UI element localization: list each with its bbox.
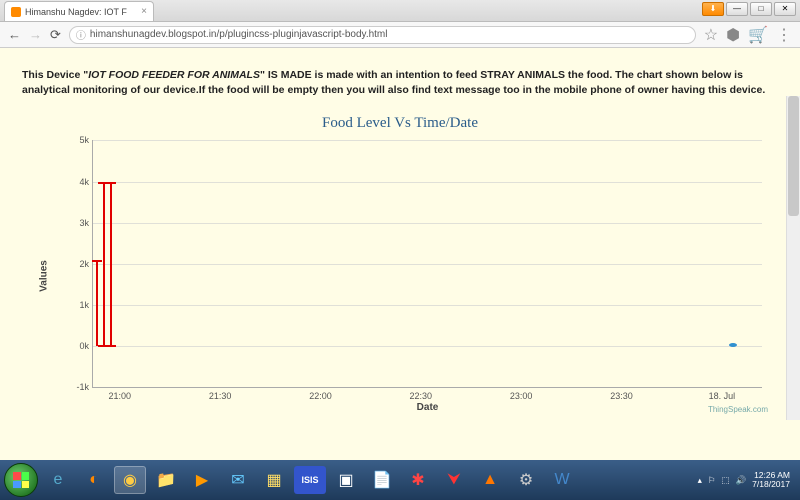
taskbar-gear-icon[interactable]: ⚙ xyxy=(510,466,542,494)
tray-up-icon[interactable]: ▴ xyxy=(698,475,702,486)
browser-tab-bar: Himanshu Nagdev: IOT F × ⬇ — □ ✕ xyxy=(0,0,800,22)
taskbar-isis-icon[interactable]: ISIS xyxy=(294,466,326,494)
tray-date: 7/18/2017 xyxy=(752,480,790,489)
x-axis-label: Date xyxy=(417,402,439,413)
red-series xyxy=(106,345,116,347)
ext-icon[interactable]: ⬢ xyxy=(726,25,740,45)
blue-series xyxy=(729,343,737,347)
ytick: 2k xyxy=(69,259,89,269)
red-series xyxy=(103,182,105,347)
ytick: 5k xyxy=(69,135,89,145)
xtick: 21:30 xyxy=(209,391,232,401)
taskbar-word-icon[interactable]: W xyxy=(546,466,578,494)
tray-clock[interactable]: 12:26 AM 7/18/2017 xyxy=(752,471,790,490)
xtick: 18. Jul xyxy=(709,391,736,401)
chart-container: Food Level Vs Time/Date Values 5k 4k 3k … xyxy=(22,115,778,416)
tray-flag-icon[interactable]: ⚐ xyxy=(708,475,716,486)
red-series xyxy=(96,260,98,346)
url-field[interactable]: ⓘ himanshunagdev.blogspot.in/p/plugincss… xyxy=(69,26,696,44)
ytick: -1k xyxy=(69,382,89,392)
taskbar-bug-icon[interactable]: ✱ xyxy=(402,466,434,494)
reload-icon[interactable]: ⟳ xyxy=(50,27,61,43)
system-tray[interactable]: ▴ ⚐ ⬚ 🔊 12:26 AM 7/18/2017 xyxy=(698,471,796,490)
windows-icon xyxy=(13,472,29,488)
xtick: 21:00 xyxy=(108,391,131,401)
chart: Values 5k 4k 3k 2k 1k 0k -1k 21:00 21:30 xyxy=(66,136,768,416)
ytick: 1k xyxy=(69,300,89,310)
back-icon[interactable]: ← xyxy=(8,27,21,42)
device-description: This Device "IOT FOOD FEEDER FOR ANIMALS… xyxy=(22,68,778,97)
xtick: 22:30 xyxy=(410,391,433,401)
taskbar-chrome-icon[interactable]: ◉ xyxy=(114,466,146,494)
window-controls: ⬇ — □ ✕ xyxy=(702,2,796,16)
page-body: This Device "IOT FOOD FEEDER FOR ANIMALS… xyxy=(0,48,800,460)
update-button[interactable]: ⬇ xyxy=(702,2,724,16)
taskbar-cmd-icon[interactable]: ▣ xyxy=(330,466,362,494)
taskbar: e ◐ ◉ 📁 ▶ ✉ ▦ ISIS ▣ 📄 ✱ ⮟ ▲ ⚙ W ▴ ⚐ ⬚ 🔊… xyxy=(0,460,800,500)
minimize-button[interactable]: — xyxy=(726,2,748,16)
xtick: 23:30 xyxy=(610,391,633,401)
taskbar-notepad-icon[interactable]: 📄 xyxy=(366,466,398,494)
browser-tab[interactable]: Himanshu Nagdev: IOT F × xyxy=(4,1,154,21)
y-axis-label: Values xyxy=(38,261,49,293)
plot-area: 5k 4k 3k 2k 1k 0k -1k 21:00 21:30 22:00 … xyxy=(92,140,762,388)
chart-watermark: ThingSpeak.com xyxy=(708,405,768,414)
tab-close-icon[interactable]: × xyxy=(141,6,147,17)
url-text: himanshunagdev.blogspot.in/p/plugincss-p… xyxy=(90,29,388,40)
forward-icon[interactable]: → xyxy=(29,27,42,42)
menu-icon[interactable]: ⋮ xyxy=(776,25,792,45)
xtick: 22:00 xyxy=(309,391,332,401)
taskbar-explorer-icon[interactable]: 📁 xyxy=(150,466,182,494)
cart-icon[interactable]: 🛒 xyxy=(748,25,768,45)
tab-title: Himanshu Nagdev: IOT F xyxy=(25,7,127,17)
star-icon[interactable]: ☆ xyxy=(704,25,718,45)
maximize-button[interactable]: □ xyxy=(750,2,772,16)
address-bar: ← → ⟳ ⓘ himanshunagdev.blogspot.in/p/plu… xyxy=(0,22,800,48)
red-series xyxy=(92,260,102,262)
taskbar-files-icon[interactable]: ▦ xyxy=(258,466,290,494)
taskbar-ie-icon[interactable]: e xyxy=(42,466,74,494)
taskbar-vlc-icon[interactable]: ▲ xyxy=(474,466,506,494)
close-button[interactable]: ✕ xyxy=(774,2,796,16)
red-series xyxy=(110,182,112,347)
ytick: 4k xyxy=(69,177,89,187)
taskbar-msg-icon[interactable]: ✉ xyxy=(222,466,254,494)
xtick: 23:00 xyxy=(510,391,533,401)
ytick: 3k xyxy=(69,218,89,228)
chart-title: Food Level Vs Time/Date xyxy=(22,115,778,132)
taskbar-wmp-icon[interactable]: ▶ xyxy=(186,466,218,494)
taskbar-firefox-icon[interactable]: ◐ xyxy=(78,466,110,494)
scrollbar[interactable] xyxy=(786,96,800,420)
taskbar-acrobat-icon[interactable]: ⮟ xyxy=(438,466,470,494)
tray-volume-icon[interactable]: 🔊 xyxy=(736,475,747,486)
desc-pre: This Device " xyxy=(22,69,88,81)
toolbar-right: ☆ ⬢ 🛒 ⋮ xyxy=(704,25,792,45)
desc-em: IOT FOOD FEEDER FOR ANIMALS xyxy=(88,69,260,81)
tray-network-icon[interactable]: ⬚ xyxy=(722,475,730,486)
ytick: 0k xyxy=(69,341,89,351)
scrollbar-thumb[interactable] xyxy=(788,96,799,216)
start-button[interactable] xyxy=(4,463,38,497)
red-series xyxy=(106,182,116,184)
info-icon: ⓘ xyxy=(76,27,86,42)
tab-favicon xyxy=(11,7,21,17)
